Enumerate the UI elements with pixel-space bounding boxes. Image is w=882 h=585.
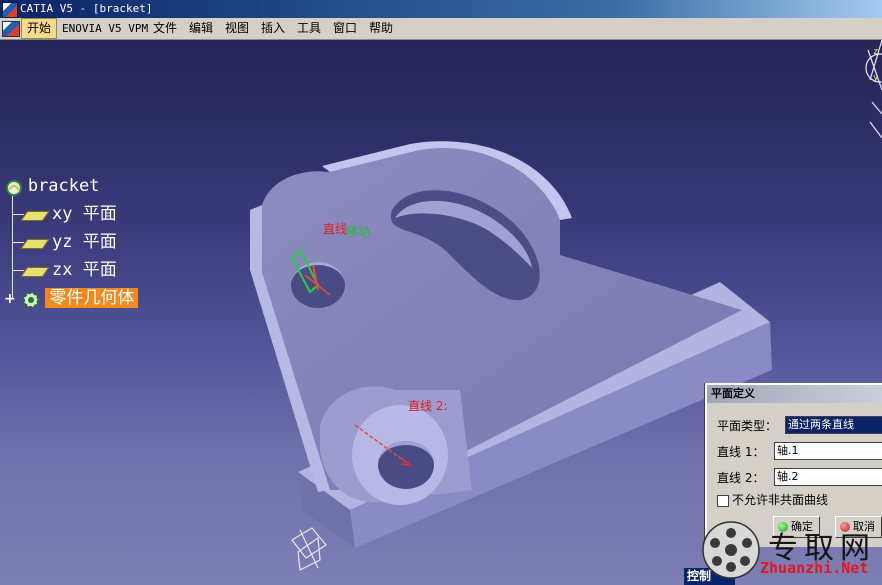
tree-item-zx-plane[interactable]: zx 平面 [20,258,117,282]
plane-icon [20,210,50,221]
tree-item-part-body-label: 零件几何体 [45,288,139,308]
compass-z-label: z [873,47,878,57]
catia-app-icon[interactable] [2,2,18,18]
plane-icon [20,266,50,277]
menu-enovia[interactable]: ENOVIA V5 VPM [57,18,153,39]
menu-window[interactable]: 窗口 [328,18,362,39]
noncoplanar-checkbox-label: 不允许非共面曲线 [732,493,829,507]
menu-start[interactable]: 开始 [21,18,58,39]
menu-insert[interactable]: 插入 [256,18,290,39]
watermark-url-text: Zhuanzhi.Net [760,559,869,577]
title-bar: CATIA V5 - [bracket] [0,0,882,18]
plane-type-select[interactable]: 通过两条直线 [785,416,882,434]
watermark: 专取网 Zhuanzhi.Net [700,517,882,585]
tree-root-label: bracket [27,176,100,196]
menu-bar: 开始 ENOVIA V5 VPM 文件 编辑 视图 插入 工具 窗口 帮助 [0,18,882,40]
noncoplanar-checkbox-row[interactable]: 不允许非共面曲线 [717,491,828,508]
tree-item-xy-plane[interactable]: xy 平面 [20,202,117,226]
compass-y-label: y [873,73,879,83]
line2-input[interactable]: 轴.2 [774,468,882,486]
watermark-ball-icon [702,521,760,579]
menu-edit[interactable]: 编辑 [184,18,218,39]
tree-item-part-body[interactable]: + 零件几何体 [4,286,139,310]
axis-triad-icon [291,527,327,571]
line2-label: 直线 2: [408,399,448,413]
tree-root[interactable]: bracket [4,174,99,198]
line2-field-label: 直线 2： [717,471,765,485]
tree-item-yz-plane[interactable]: yz 平面 [20,230,117,254]
menu-tools[interactable]: 工具 [292,18,326,39]
move-label: 移动 [346,225,371,239]
line1-field-label: 直线 1： [717,445,765,459]
dialog-title: 平面定义 [707,385,882,403]
expand-plus-icon[interactable]: + [4,291,16,307]
menu-view[interactable]: 视图 [220,18,254,39]
menu-help[interactable]: 帮助 [364,18,398,39]
line1-label: 直线 [323,222,348,236]
menu-file[interactable]: 文件 [148,18,182,39]
plane-type-label: 平面类型： [717,419,778,433]
part-icon [6,179,22,196]
plane-icon [20,238,50,249]
line1-input[interactable]: 轴.1 [774,442,882,460]
document-icon[interactable] [2,21,20,37]
noncoplanar-checkbox[interactable] [717,494,729,507]
window-title: CATIA V5 - [bracket] [20,2,153,15]
gear-body-icon [22,291,39,308]
